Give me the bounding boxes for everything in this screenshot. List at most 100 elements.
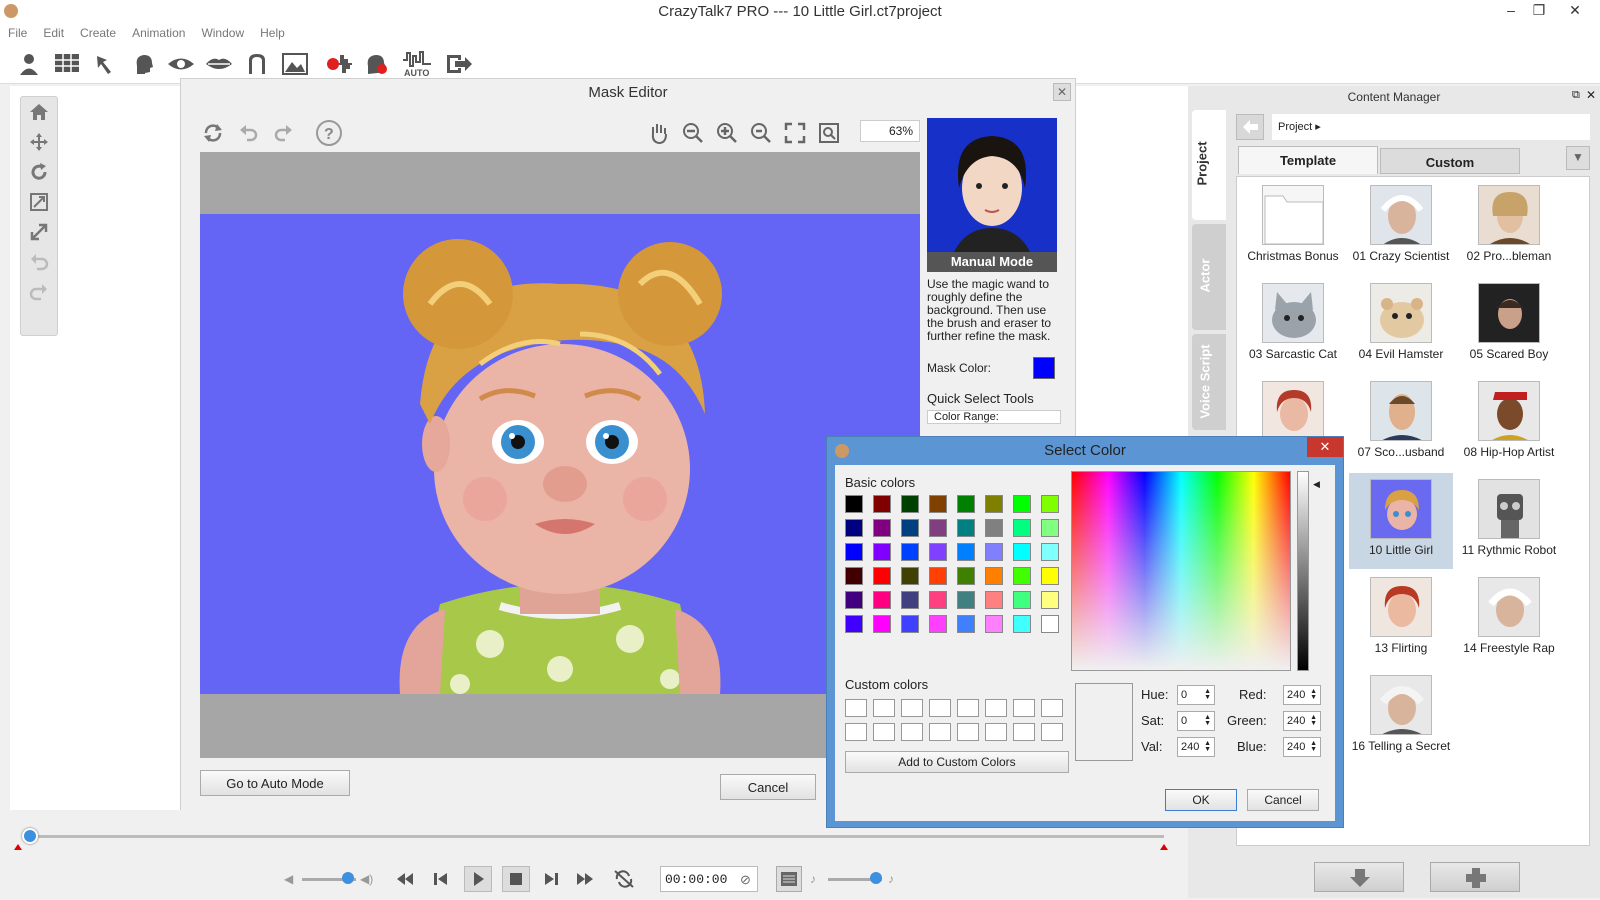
content-item[interactable]: 05 Scared Boy <box>1457 277 1561 373</box>
back-button[interactable] <box>1236 114 1264 140</box>
basic-color-swatch[interactable] <box>957 495 975 513</box>
basic-color-swatch[interactable] <box>901 591 919 609</box>
mouth-icon[interactable] <box>204 50 234 78</box>
basic-color-swatch[interactable] <box>873 543 891 561</box>
basic-color-swatch[interactable] <box>957 543 975 561</box>
content-item[interactable]: Christmas Bonus <box>1241 179 1345 275</box>
basic-color-swatch[interactable] <box>901 615 919 633</box>
custom-color-slot[interactable] <box>929 723 951 741</box>
background-image-icon[interactable] <box>280 50 310 78</box>
basic-color-swatch[interactable] <box>1041 591 1059 609</box>
home-icon[interactable] <box>21 97 57 127</box>
stop-icon[interactable] <box>502 866 530 892</box>
zoom-icon[interactable] <box>748 120 774 146</box>
record-audio-icon[interactable] <box>324 50 354 78</box>
content-item[interactable]: 11 Rythmic Robot <box>1457 473 1561 569</box>
head-icon[interactable] <box>128 50 158 78</box>
timeline-playhead[interactable] <box>22 828 38 844</box>
basic-color-swatch[interactable] <box>845 495 863 513</box>
content-item[interactable]: 03 Sarcastic Cat <box>1241 277 1345 373</box>
custom-color-slot[interactable] <box>845 699 867 717</box>
grid-icon[interactable] <box>52 50 82 78</box>
voice-record-icon[interactable] <box>362 50 392 78</box>
fit-view-icon[interactable] <box>782 120 808 146</box>
mask-cancel-button[interactable]: Cancel <box>720 774 816 800</box>
basic-color-swatch[interactable] <box>957 615 975 633</box>
basic-color-swatch[interactable] <box>1013 615 1031 633</box>
content-item[interactable]: 08 Hip-Hop Artist <box>1457 375 1561 471</box>
basic-color-swatch[interactable] <box>1013 591 1031 609</box>
custom-color-slot[interactable] <box>901 723 923 741</box>
menu-edit[interactable]: Edit <box>35 24 72 42</box>
eye-icon[interactable] <box>166 50 196 78</box>
tab-voice-script[interactable]: Voice Script <box>1192 334 1226 430</box>
content-item[interactable]: 13 Flirting <box>1349 571 1453 667</box>
basic-color-swatch[interactable] <box>985 567 1003 585</box>
basic-color-swatch[interactable] <box>1041 567 1059 585</box>
basic-color-swatch[interactable] <box>901 567 919 585</box>
menu-file[interactable]: File <box>0 24 35 42</box>
basic-color-swatch[interactable] <box>985 495 1003 513</box>
close-window-button[interactable]: ✕ <box>1560 2 1590 22</box>
value-arrow-icon[interactable]: ◀ <box>1313 479 1320 490</box>
basic-color-swatch[interactable] <box>901 519 919 537</box>
custom-color-slot[interactable] <box>929 699 951 717</box>
content-item[interactable]: 16 Telling a Secret <box>1349 669 1453 765</box>
basic-color-swatch[interactable] <box>929 615 947 633</box>
clock-icon[interactable]: ⊘ <box>740 872 751 888</box>
play-icon[interactable] <box>464 866 492 892</box>
basic-color-swatch[interactable] <box>845 519 863 537</box>
add-to-custom-colors-button[interactable]: Add to Custom Colors <box>845 751 1069 773</box>
basic-color-swatch[interactable] <box>985 591 1003 609</box>
loop-off-icon[interactable] <box>612 868 636 890</box>
basic-color-swatch[interactable] <box>1013 567 1031 585</box>
red-field[interactable]: 240 ▲ ▼ <box>1283 685 1321 705</box>
basic-color-swatch[interactable] <box>873 615 891 633</box>
basic-color-swatch[interactable] <box>901 543 919 561</box>
float-panel-icon[interactable]: ⧉ <box>1572 89 1580 102</box>
basic-color-swatch[interactable] <box>901 495 919 513</box>
close-panel-icon[interactable]: ✕ <box>1586 88 1596 102</box>
minimize-button[interactable]: – <box>1496 2 1526 22</box>
breadcrumb-project[interactable]: Project <box>1278 121 1312 133</box>
next-frame-icon[interactable] <box>540 868 562 890</box>
custom-color-slot[interactable] <box>985 699 1007 717</box>
dropdown-arrow-icon[interactable]: ▼ <box>1566 146 1590 170</box>
basic-color-swatch[interactable] <box>1013 519 1031 537</box>
start-marker-icon[interactable] <box>14 844 22 850</box>
ok-button[interactable]: OK <box>1165 789 1237 811</box>
basic-color-swatch[interactable] <box>873 567 891 585</box>
basic-color-swatch[interactable] <box>1013 543 1031 561</box>
export-icon[interactable] <box>444 50 474 78</box>
go-to-auto-mode-button[interactable]: Go to Auto Mode <box>200 770 350 796</box>
basic-color-swatch[interactable] <box>1041 543 1059 561</box>
mask-color-swatch[interactable] <box>1033 357 1055 379</box>
add-button[interactable] <box>1430 862 1520 892</box>
basic-color-swatch[interactable] <box>845 615 863 633</box>
custom-color-slot[interactable] <box>957 723 979 741</box>
basic-color-swatch[interactable] <box>929 543 947 561</box>
custom-color-slot[interactable] <box>985 723 1007 741</box>
dialog-close-button[interactable]: ✕ <box>1307 437 1343 457</box>
basic-color-swatch[interactable] <box>845 591 863 609</box>
auto-animate-icon[interactable]: AUTO <box>400 50 434 78</box>
custom-color-slot[interactable] <box>1013 723 1035 741</box>
blue-field[interactable]: 240 ▲ ▼ <box>1283 737 1321 757</box>
content-item-selected[interactable]: 10 Little Girl <box>1349 473 1453 569</box>
previous-frame-icon[interactable] <box>430 868 452 890</box>
fast-forward-icon[interactable] <box>574 868 596 890</box>
basic-color-swatch[interactable] <box>929 567 947 585</box>
download-button[interactable] <box>1314 862 1404 892</box>
face-outline-icon[interactable] <box>242 50 272 78</box>
basic-color-swatch[interactable] <box>845 543 863 561</box>
volume-knob[interactable] <box>342 872 354 884</box>
basic-color-swatch[interactable] <box>985 615 1003 633</box>
basic-color-swatch[interactable] <box>985 543 1003 561</box>
fitting-icon[interactable] <box>90 50 120 78</box>
menu-window[interactable]: Window <box>193 24 252 42</box>
zoom-level-field[interactable]: 63% <box>860 120 920 142</box>
custom-color-slot[interactable] <box>873 699 895 717</box>
tab-custom[interactable]: Custom <box>1380 148 1520 174</box>
basic-color-swatch[interactable] <box>929 591 947 609</box>
basic-color-swatch[interactable] <box>929 495 947 513</box>
